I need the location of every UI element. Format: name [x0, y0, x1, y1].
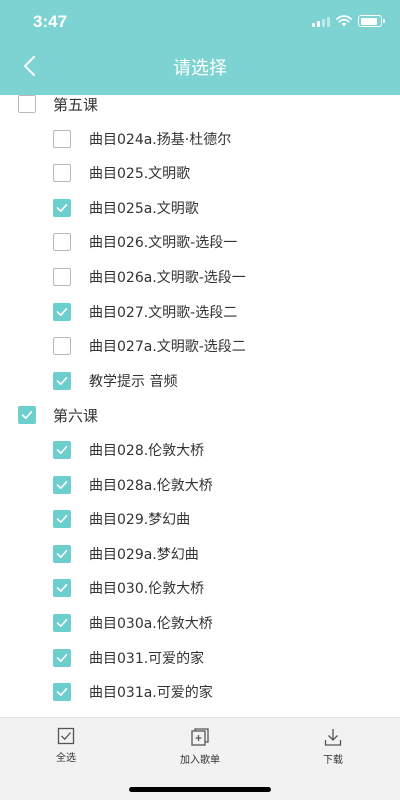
list-item[interactable]: 曲目027a.文明歌-选段二 — [0, 329, 400, 363]
checkmark-icon — [56, 584, 68, 593]
item-label: 曲目026a.文明歌-选段一 — [89, 270, 246, 286]
list-item[interactable]: 曲目030.伦敦大桥 — [0, 571, 400, 605]
item-label: 曲目026.文明歌-选段一 — [89, 235, 238, 252]
checkmark-icon — [56, 203, 68, 212]
select-all-label: 全选 — [56, 753, 76, 764]
checkmark-icon — [56, 376, 68, 385]
checkbox[interactable] — [18, 406, 36, 425]
checkbox[interactable] — [53, 198, 71, 217]
checkbox-icon — [57, 727, 75, 745]
item-label: 教学提示 音频 — [89, 373, 178, 390]
item-label: 第六课 — [53, 406, 99, 425]
checkmark-icon — [56, 307, 68, 316]
item-label: 曲目025.文明歌 — [89, 166, 191, 183]
battery-icon — [358, 15, 385, 27]
page-title: 请选择 — [173, 58, 227, 79]
item-label: 第五课 — [53, 95, 99, 114]
list-item[interactable]: 曲目030a.伦敦大桥 — [0, 606, 400, 640]
download-label: 下载 — [323, 755, 343, 766]
item-label: 曲目027.文明歌-选段二 — [89, 304, 238, 321]
item-label: 曲目031.可爱的家 — [89, 650, 205, 667]
checkmark-icon — [56, 653, 68, 662]
list-item[interactable]: 曲目026a.文明歌-选段一 — [0, 260, 400, 294]
list-item[interactable]: 曲目024a.扬基·杜德尔 — [0, 122, 400, 156]
checkbox[interactable] — [53, 648, 71, 667]
checkbox[interactable] — [53, 683, 71, 702]
checkbox[interactable] — [18, 95, 36, 113]
list-item[interactable]: 曲目026.文明歌-选段一 — [0, 225, 400, 259]
checkbox[interactable] — [53, 371, 71, 390]
status-time: 3:47 — [33, 12, 68, 31]
add-playlist-icon — [191, 728, 209, 746]
list-item[interactable]: 曲目031.可爱的家 — [0, 641, 400, 675]
checkbox[interactable] — [53, 441, 71, 459]
section-row[interactable]: 第六课 — [0, 398, 400, 432]
checkbox[interactable] — [53, 510, 71, 529]
item-label: 曲目031a.可爱的家 — [89, 685, 213, 702]
item-label: 曲目024a.扬基·杜德尔 — [89, 131, 232, 148]
select-all-button[interactable]: 全选 — [26, 727, 106, 764]
item-label: 曲目030a.伦敦大桥 — [89, 616, 213, 632]
status-icons — [312, 13, 385, 29]
list-item[interactable]: 曲目028a.伦敦大桥 — [0, 468, 400, 502]
item-label: 曲目025a.文明歌 — [89, 200, 199, 217]
list-item[interactable]: 曲目028.伦敦大桥 — [0, 433, 400, 467]
list-item[interactable]: 曲目025a.文明歌 — [0, 191, 400, 225]
item-label: 曲目029.梦幻曲 — [89, 512, 191, 529]
wifi-icon — [336, 15, 352, 27]
add-to-playlist-button[interactable]: 加入歌单 — [160, 727, 240, 766]
checkmark-icon — [21, 411, 33, 420]
list-item[interactable]: 曲目025.文明歌 — [0, 156, 400, 190]
checkbox[interactable] — [53, 544, 71, 563]
checkmark-icon — [56, 515, 68, 524]
add-to-playlist-label: 加入歌单 — [180, 755, 220, 766]
checkmark-icon — [56, 688, 68, 697]
item-label: 曲目030.伦敦大桥 — [89, 581, 205, 598]
checkmark-icon — [56, 480, 68, 489]
list-item[interactable]: 曲目027.文明歌-选段二 — [0, 295, 400, 329]
item-label: 曲目027a.文明歌-选段二 — [89, 339, 246, 356]
checkbox[interactable] — [53, 579, 71, 598]
section-row[interactable]: 第五课 — [0, 87, 400, 121]
list-item[interactable]: 曲目029a.梦幻曲 — [0, 537, 400, 571]
checkbox[interactable] — [53, 337, 71, 356]
checkbox[interactable] — [53, 614, 71, 632]
header-bar: 3:47 请选择 — [0, 0, 400, 95]
home-indicator — [129, 787, 271, 792]
checkbox[interactable] — [53, 129, 71, 148]
checkmark-icon — [56, 619, 68, 627]
list-item[interactable]: 教学提示 音频 — [0, 364, 400, 398]
download-icon — [324, 729, 342, 746]
checkmark-icon — [56, 549, 68, 558]
list-item[interactable]: 曲目029.梦幻曲 — [0, 502, 400, 536]
item-label: 曲目029a.梦幻曲 — [89, 546, 199, 563]
item-label: 曲目028a.伦敦大桥 — [89, 477, 213, 494]
checkbox[interactable] — [53, 268, 71, 286]
checkmark-icon — [56, 446, 68, 454]
checkbox[interactable] — [53, 302, 71, 321]
item-label: 曲目028.伦敦大桥 — [89, 443, 205, 459]
cellular-signal-icon — [312, 16, 330, 27]
checkbox[interactable] — [53, 164, 71, 183]
list-item[interactable]: 曲目031a.可爱的家 — [0, 675, 400, 709]
checkbox[interactable] — [53, 475, 71, 494]
download-button[interactable]: 下载 — [293, 727, 373, 766]
checkbox[interactable] — [53, 233, 71, 252]
